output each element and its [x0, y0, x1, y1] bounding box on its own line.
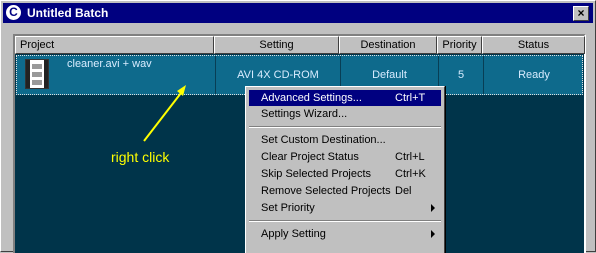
menu-separator: [249, 220, 441, 222]
menu-separator: [249, 126, 441, 128]
batch-window: C Untitled Batch × Project Setting Desti…: [0, 0, 596, 253]
menu-item-clear-project-status[interactable]: Clear Project Status Ctrl+L: [249, 149, 441, 165]
submenu-arrow-icon: [431, 230, 435, 238]
menu-item-skip-selected-projects[interactable]: Skip Selected Projects Ctrl+K: [249, 166, 441, 182]
menu-item-advanced-settings[interactable]: Advanced Settings... Ctrl+T: [249, 90, 441, 106]
menu-item-remove-selected-projects[interactable]: Remove Selected Projects Del: [249, 183, 441, 199]
menu-item-settings-wizard[interactable]: Settings Wizard...: [249, 106, 441, 122]
context-menu: Advanced Settings... Ctrl+T Settings Wiza…: [245, 86, 445, 253]
menu-item-set-priority[interactable]: Set Priority: [249, 200, 441, 216]
menu-item-apply-setting[interactable]: Apply Setting: [249, 226, 441, 242]
menu-item-set-custom-destination[interactable]: Set Custom Destination...: [249, 132, 441, 148]
submenu-arrow-icon: [431, 204, 435, 212]
annotation-label: right click: [111, 149, 170, 165]
